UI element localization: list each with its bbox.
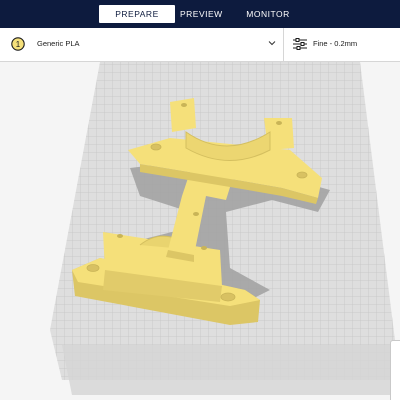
material-selector[interactable]: 1 Generic PLA [0, 28, 282, 61]
chevron-down-icon[interactable] [268, 39, 276, 47]
3d-viewport[interactable] [0, 62, 400, 400]
build-scene[interactable] [0, 62, 400, 400]
tab-monitor[interactable]: MONITOR [243, 5, 293, 23]
top-navigation-bar: PREPARE PREVIEW MONITOR [0, 0, 400, 28]
material-label: Generic PLA [37, 39, 80, 48]
viewport-scroll-handle[interactable] [390, 340, 400, 400]
build-plate-front-edge [62, 345, 400, 395]
profile-label: Fine - 0.2mm [313, 39, 358, 48]
print-settings-bar: 1 Generic PLA Fine - 0.2mm [0, 28, 400, 62]
sliders-icon [293, 38, 307, 50]
extruder-badge-icon: 1 [11, 37, 25, 51]
extruder-number: 1 [16, 40, 21, 49]
tab-prepare[interactable]: PREPARE [99, 5, 175, 23]
tab-preview[interactable]: PREVIEW [180, 5, 222, 23]
profile-selector[interactable]: Fine - 0.2mm [284, 28, 400, 61]
